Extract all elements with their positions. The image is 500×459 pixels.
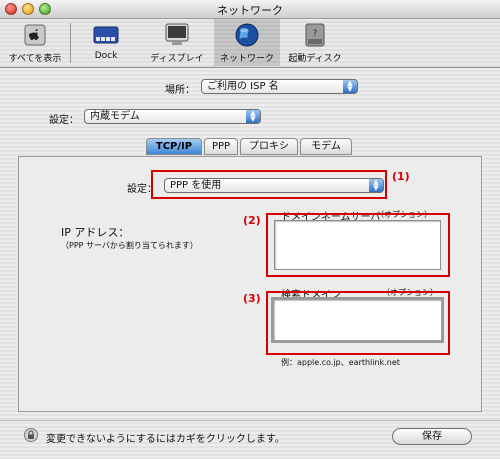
popup-arrows-icon: ▲ ▼ xyxy=(343,80,357,93)
toolbar-label-network: ネットワーク xyxy=(219,54,274,64)
save-button[interactable]: 保存 xyxy=(392,428,472,445)
ip-address-label: IP アドレス： xyxy=(61,226,130,239)
settings-value: 内蔵モデム xyxy=(90,111,140,122)
tab-tcpip[interactable]: TCP/IP xyxy=(146,138,202,155)
annotation-box-3 xyxy=(266,291,450,355)
lock-icon[interactable] xyxy=(24,428,38,442)
annotation-box-2 xyxy=(266,213,450,277)
annotation-label-1: (1) xyxy=(392,170,410,183)
toolbar-dock[interactable]: Dock xyxy=(78,19,134,66)
toolbar-separator xyxy=(70,23,71,63)
display-icon xyxy=(165,23,189,45)
apple-grid-icon xyxy=(24,24,46,46)
example-text: 例：apple.co.jp、earthlink.net xyxy=(281,358,400,367)
lock-glyph-icon xyxy=(28,430,34,439)
lock-instruction-text: 変更できないようにするにはカギをクリックします。 xyxy=(46,434,285,445)
toolbar-label-show-all: すべてを表示 xyxy=(8,54,62,64)
window-title: ネットワーク xyxy=(217,4,283,17)
toolbar-label-dock: Dock xyxy=(94,51,118,61)
tab-modem[interactable]: モデム xyxy=(300,138,352,155)
settings-label: 設定： xyxy=(49,115,79,126)
tab-ppp[interactable]: PPP xyxy=(204,138,238,155)
toolbar-display[interactable]: ディスプレイ xyxy=(142,19,212,66)
dock-icon xyxy=(93,26,119,44)
preferences-toolbar: すべてを表示 Dock ディスプレイ ネットワーク ? 起動ディスク xyxy=(0,19,500,68)
toolbar-startup-disk[interactable]: ? 起動ディスク xyxy=(282,19,348,66)
toolbar-show-all[interactable]: すべてを表示 xyxy=(0,19,70,66)
popup-arrows-icon: ▲ ▼ xyxy=(246,110,260,123)
network-preferences-window: ネットワーク すべてを表示 Dock ディスプレイ ネットワーク ? 起動ディス… xyxy=(0,0,500,459)
title-bar[interactable]: ネットワーク xyxy=(0,0,500,19)
location-label: 場所： xyxy=(165,85,195,96)
settings-popup[interactable]: 内蔵モデム ▲ ▼ xyxy=(84,109,261,124)
footer-divider xyxy=(0,420,500,421)
annotation-box-1 xyxy=(151,170,387,199)
svg-text:?: ? xyxy=(313,29,318,39)
annotation-label-3: (3) xyxy=(243,292,261,305)
tab-proxy[interactable]: プロキシ xyxy=(240,138,298,155)
location-value: ご利用の ISP 名 xyxy=(207,81,279,92)
toolbar-label-display: ディスプレイ xyxy=(150,54,204,64)
toolbar-label-startup-disk: 起動ディスク xyxy=(288,54,342,64)
location-popup[interactable]: ご利用の ISP 名 ▲ ▼ xyxy=(201,79,358,94)
annotation-label-2: (2) xyxy=(243,214,261,227)
toolbar-network[interactable]: ネットワーク xyxy=(214,19,280,66)
ip-address-note: （PPP サーバから割り当てられます） xyxy=(61,241,198,250)
globe-icon xyxy=(235,23,259,47)
disk-icon: ? xyxy=(305,23,325,47)
